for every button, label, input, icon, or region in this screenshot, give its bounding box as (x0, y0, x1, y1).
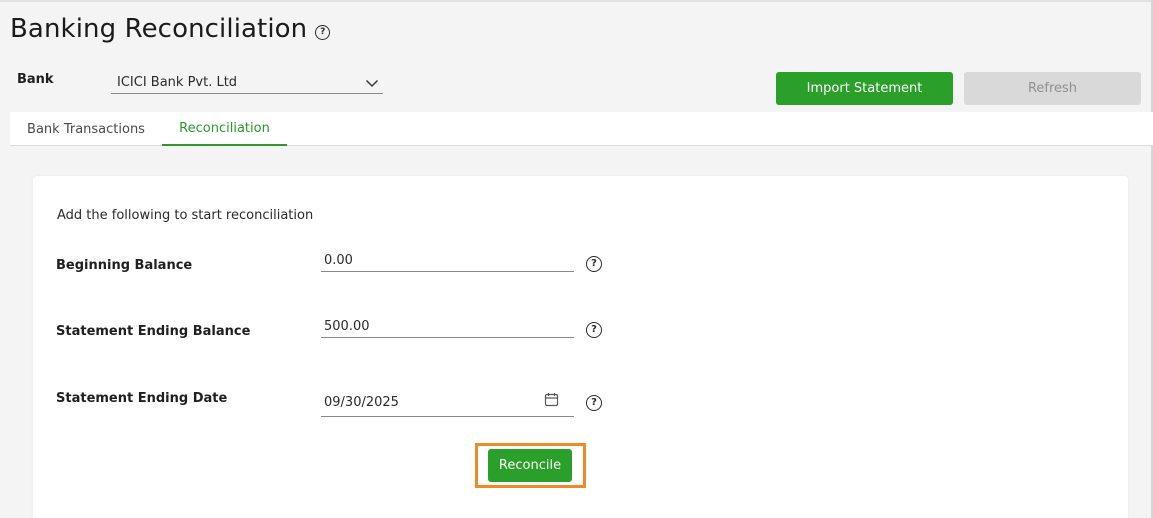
ending-date-label: Statement Ending Date (56, 391, 228, 406)
refresh-button[interactable]: Refresh (964, 72, 1141, 105)
beginning-balance-label: Beginning Balance (56, 258, 193, 273)
ending-balance-help-icon[interactable]: ? (586, 322, 602, 338)
ending-date-help-icon[interactable]: ? (586, 395, 602, 411)
calendar-icon[interactable] (544, 392, 559, 407)
ending-date-input[interactable] (321, 389, 574, 417)
reconcile-button[interactable]: Reconcile (488, 449, 572, 482)
bank-label: Bank (17, 72, 54, 87)
bank-select-value: ICICI Bank Pvt. Ltd (117, 75, 238, 90)
title-help-icon[interactable]: ? (315, 24, 331, 40)
beginning-balance-input[interactable] (321, 250, 574, 272)
page-title: Banking Reconciliation (10, 14, 308, 44)
ending-balance-input[interactable] (321, 316, 574, 338)
tab-strip: Bank Transactions Reconciliation (10, 112, 1153, 146)
chevron-down-icon (365, 79, 379, 87)
ending-balance-label: Statement Ending Balance (56, 324, 251, 339)
tab-bank-transactions[interactable]: Bank Transactions (10, 112, 162, 146)
page-top-border (0, 0, 1153, 2)
beginning-balance-help-icon[interactable]: ? (586, 256, 602, 272)
bank-select[interactable]: ICICI Bank Pvt. Ltd (111, 72, 383, 94)
title-row: Banking Reconciliation ? (10, 14, 331, 44)
tab-reconciliation[interactable]: Reconciliation (162, 112, 287, 146)
intro-text: Add the following to start reconciliatio… (57, 208, 314, 223)
import-statement-button[interactable]: Import Statement (776, 72, 953, 105)
